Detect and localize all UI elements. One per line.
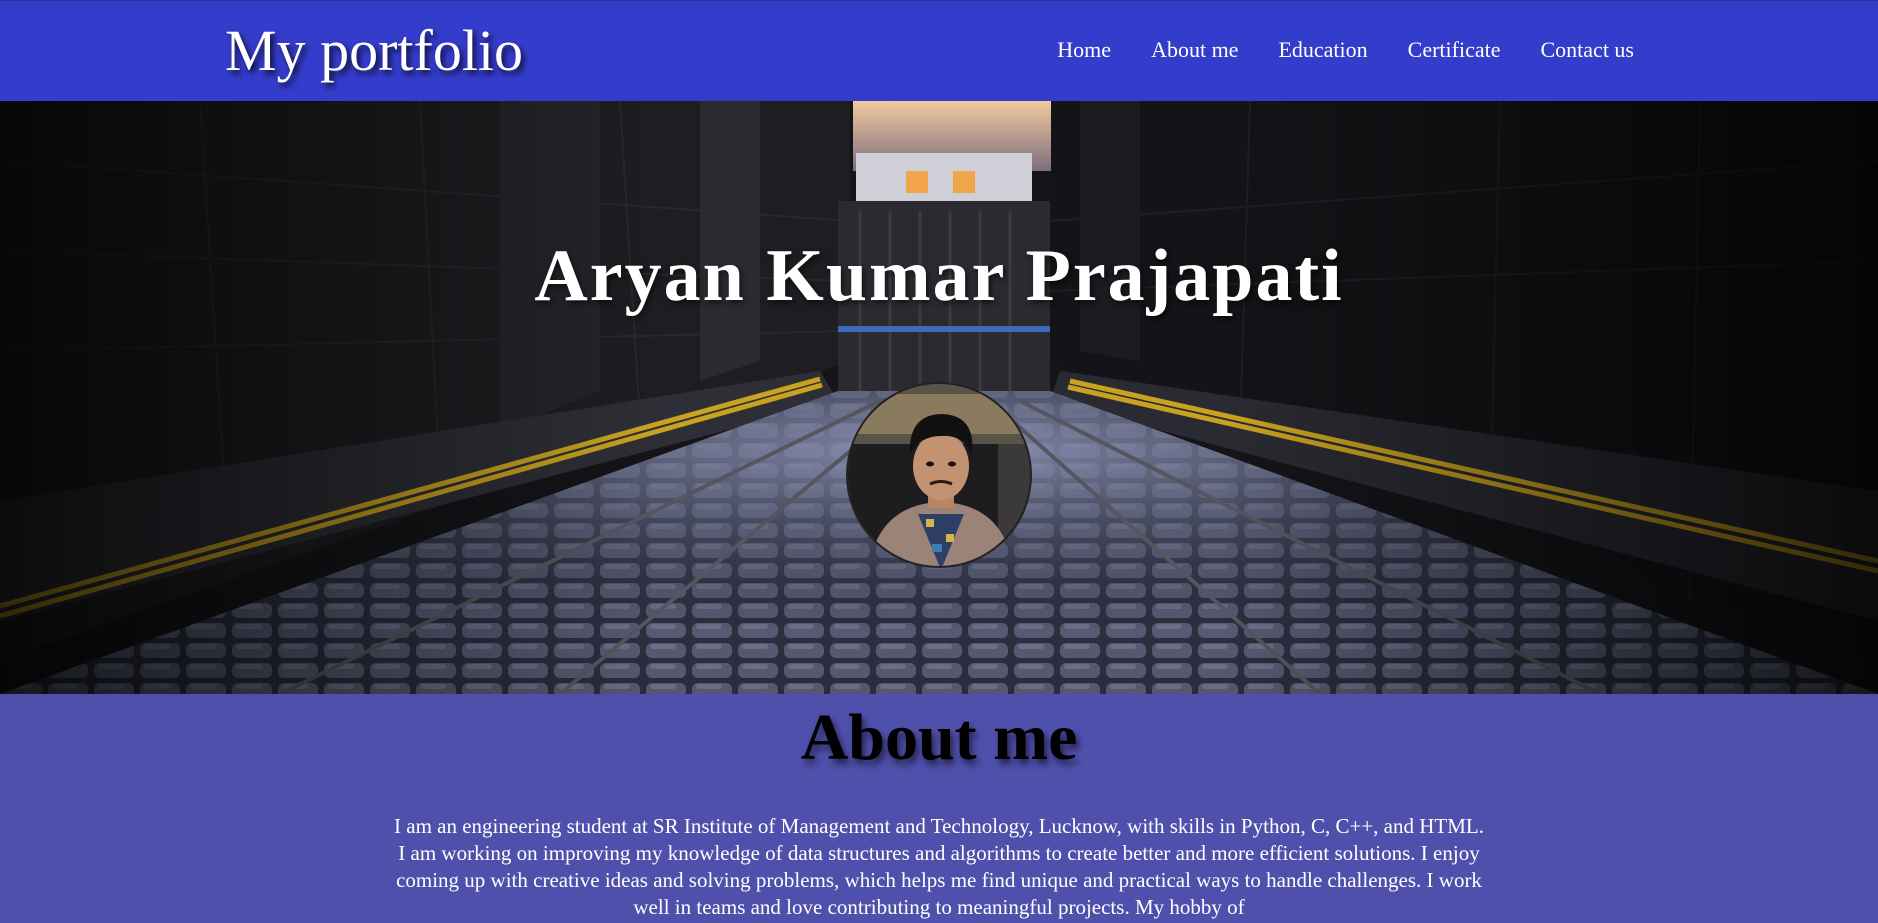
profile-avatar: [846, 382, 1032, 568]
about-paragraph: I am an engineering student at SR Instit…: [394, 814, 1484, 919]
nav-menu: Home About me Education Certificate Cont…: [1057, 35, 1634, 65]
nav-link-about-me[interactable]: About me: [1151, 35, 1238, 65]
nav-link-certificate[interactable]: Certificate: [1408, 35, 1501, 65]
nav-link-contact-us[interactable]: Contact us: [1541, 35, 1635, 65]
hero-name: Aryan Kumar Prajapati: [534, 235, 1344, 317]
about-section: About me I am an engineering student at …: [0, 694, 1878, 923]
profile-photo: [848, 384, 1030, 566]
hero-section: Aryan Kumar Prajapati: [0, 101, 1878, 694]
navbar: My portfolio Home About me Education Cer…: [0, 0, 1878, 101]
about-heading: About me: [800, 701, 1078, 774]
site-brand[interactable]: My portfolio: [225, 15, 523, 87]
nav-link-education[interactable]: Education: [1278, 35, 1367, 65]
nav-link-home[interactable]: Home: [1057, 35, 1111, 65]
